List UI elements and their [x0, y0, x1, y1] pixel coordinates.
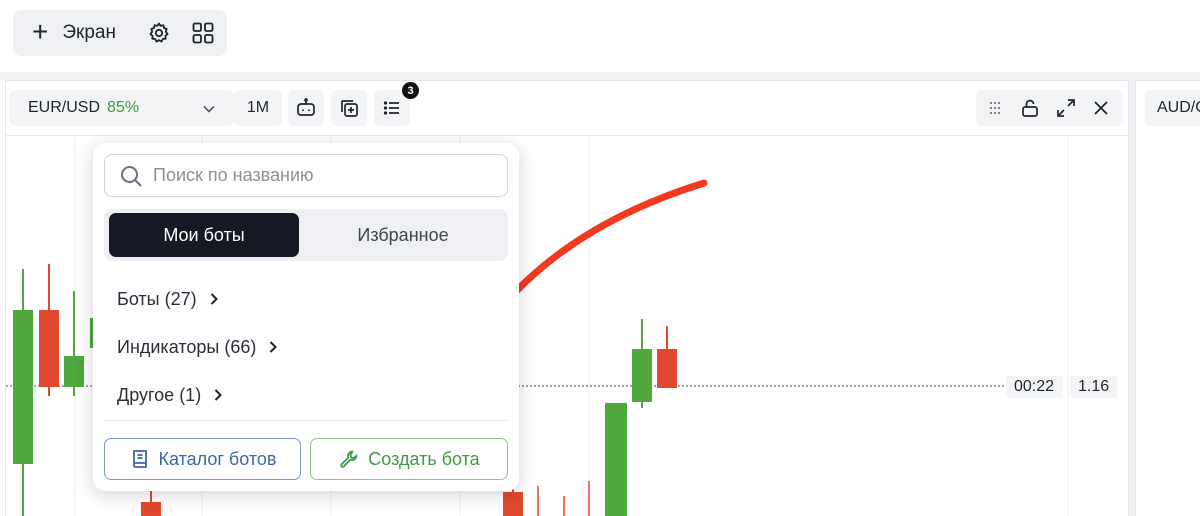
bots-button[interactable]: [288, 90, 324, 126]
candle: [13, 310, 33, 464]
book-icon: [132, 450, 147, 468]
candle: [503, 492, 523, 516]
tab-favorites[interactable]: Избранное: [304, 213, 502, 257]
plus-icon: +: [32, 16, 49, 47]
candle: [141, 502, 161, 516]
chevron-right-icon: [210, 293, 218, 305]
pair-selector[interactable]: EUR/USD 85%: [10, 90, 234, 126]
candle: [39, 310, 59, 387]
grid-icon[interactable]: [191, 21, 215, 45]
menu-item-label: Боты (27): [117, 288, 197, 309]
workspace-gap: [0, 72, 1200, 80]
panel-controls: [976, 90, 1123, 126]
close-icon[interactable]: [1090, 97, 1112, 119]
menu-item-other[interactable]: Другое (1): [117, 380, 225, 410]
second-pair-selector[interactable]: AUD/C: [1145, 90, 1200, 126]
add-screen-label: Экран: [62, 22, 116, 43]
second-chart-panel: AUD/C: [1135, 80, 1200, 516]
candle: [632, 349, 652, 402]
price-tag: 1.16: [1070, 376, 1118, 398]
menu-item-label: Индикаторы (66): [117, 336, 257, 357]
menu-item-label: Другое (1): [117, 384, 202, 405]
candle: [64, 356, 84, 387]
menu-item-indicators[interactable]: Индикаторы (66): [117, 332, 280, 362]
chart-header: EUR/USD 85% 1M 3: [6, 81, 1128, 136]
candle: [605, 403, 627, 516]
chevron-right-icon: [214, 389, 223, 401]
search-icon: [121, 165, 142, 187]
wrench-icon: [340, 450, 358, 468]
screen-toolbar: + Экран: [13, 10, 227, 56]
list-icon: [383, 101, 399, 115]
pair-name: EUR/USD: [28, 99, 101, 116]
search-input[interactable]: [153, 165, 493, 186]
pair-payout: 85%: [107, 99, 140, 116]
bots-tabs: Мои боты Избранное: [104, 209, 508, 261]
unlock-icon[interactable]: [1019, 97, 1041, 119]
top-bar: + Экран: [0, 0, 1200, 72]
timeframe-button[interactable]: 1M: [234, 90, 282, 126]
tab-my-bots[interactable]: Мои боты: [109, 213, 299, 257]
dropdown-divider: [104, 420, 508, 421]
bots-dropdown: Мои боты Избранное Боты (27) Индикаторы …: [93, 143, 519, 491]
gear-icon[interactable]: [147, 21, 171, 45]
indicator-count-badge: 3: [402, 82, 419, 99]
menu-item-bots[interactable]: Боты (27): [117, 284, 221, 314]
catalog-button-label: Каталог ботов: [158, 448, 277, 469]
add-screen-button[interactable]: + Экран: [13, 10, 135, 56]
copy-plus-icon: [341, 100, 358, 117]
create-button-label: Создать бота: [368, 448, 480, 469]
bots-catalog-button[interactable]: Каталог ботов: [104, 438, 301, 480]
expand-icon[interactable]: [1055, 97, 1077, 119]
time-tag: 00:22: [1006, 376, 1063, 398]
robot-icon: [297, 98, 315, 116]
chevron-down-icon: [203, 105, 215, 113]
search-box[interactable]: [104, 154, 508, 197]
create-bot-button[interactable]: Создать бота: [310, 438, 508, 480]
candle: [657, 349, 677, 388]
drag-handle-icon[interactable]: [984, 97, 1006, 119]
add-chart-button[interactable]: [331, 90, 367, 126]
chevron-right-icon: [270, 341, 278, 353]
